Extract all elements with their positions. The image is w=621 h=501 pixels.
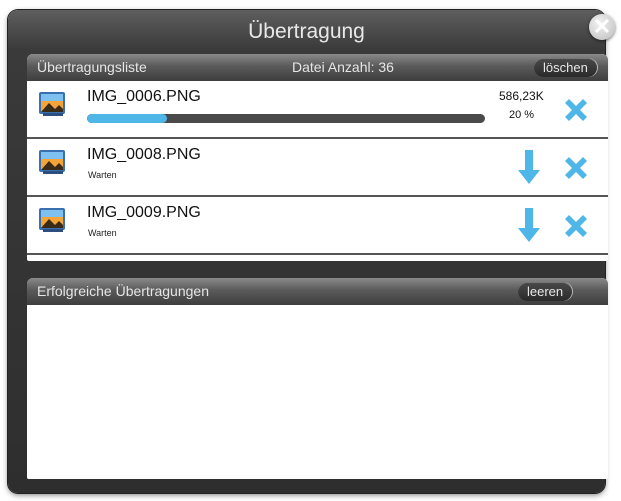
download-arrow-icon[interactable]	[516, 206, 542, 244]
transfer-dialog: Übertragung Übertragungsliste Datei Anza…	[8, 10, 608, 493]
close-x-icon[interactable]	[559, 209, 593, 243]
file-name: IMG_0009.PNG	[87, 204, 201, 221]
download-arrow-icon[interactable]	[516, 148, 542, 186]
transfer-row[interactable]: IMG_0006.PNG 586,23K 20 %	[27, 81, 608, 139]
dialog-title: Übertragung	[248, 20, 365, 43]
image-file-icon	[39, 150, 65, 174]
transfer-row[interactable]: IMG_0008.PNG Warten	[27, 139, 608, 197]
close-icon[interactable]: ✕	[589, 14, 615, 40]
file-count: Datei Anzahl: 36	[292, 59, 394, 75]
transfer-list-header: Übertragungsliste Datei Anzahl: 36 lösch…	[27, 54, 608, 81]
waiting-status: Warten	[88, 228, 117, 238]
file-name: IMG_0006.PNG	[87, 88, 201, 105]
waiting-status: Warten	[88, 170, 117, 180]
transfer-list-label: Übertragungsliste	[37, 59, 147, 75]
progress-fill	[87, 114, 167, 123]
progress-percent: 20 %	[509, 109, 535, 121]
clear-button[interactable]: leeren	[518, 282, 573, 301]
successful-transfers-header: Erfolgreiche Übertragungen leeren	[27, 278, 608, 305]
image-file-icon	[39, 208, 65, 232]
file-size: 586,23K	[499, 89, 544, 103]
successful-transfers-list	[27, 305, 608, 479]
upload-progress-bar	[87, 114, 485, 123]
close-x-icon[interactable]	[559, 151, 593, 185]
transfer-row[interactable]: IMG_0009.PNG Warten	[27, 197, 608, 255]
close-x-icon[interactable]	[559, 93, 593, 127]
delete-button[interactable]: löschen	[534, 58, 597, 77]
successful-transfers-label: Erfolgreiche Übertragungen	[37, 283, 209, 299]
file-name: IMG_0008.PNG	[87, 146, 201, 163]
image-file-icon	[39, 92, 65, 116]
successful-transfers-panel: Erfolgreiche Übertragungen leeren	[27, 278, 608, 479]
transfer-list-panel: Übertragungsliste Datei Anzahl: 36 lösch…	[27, 54, 608, 261]
